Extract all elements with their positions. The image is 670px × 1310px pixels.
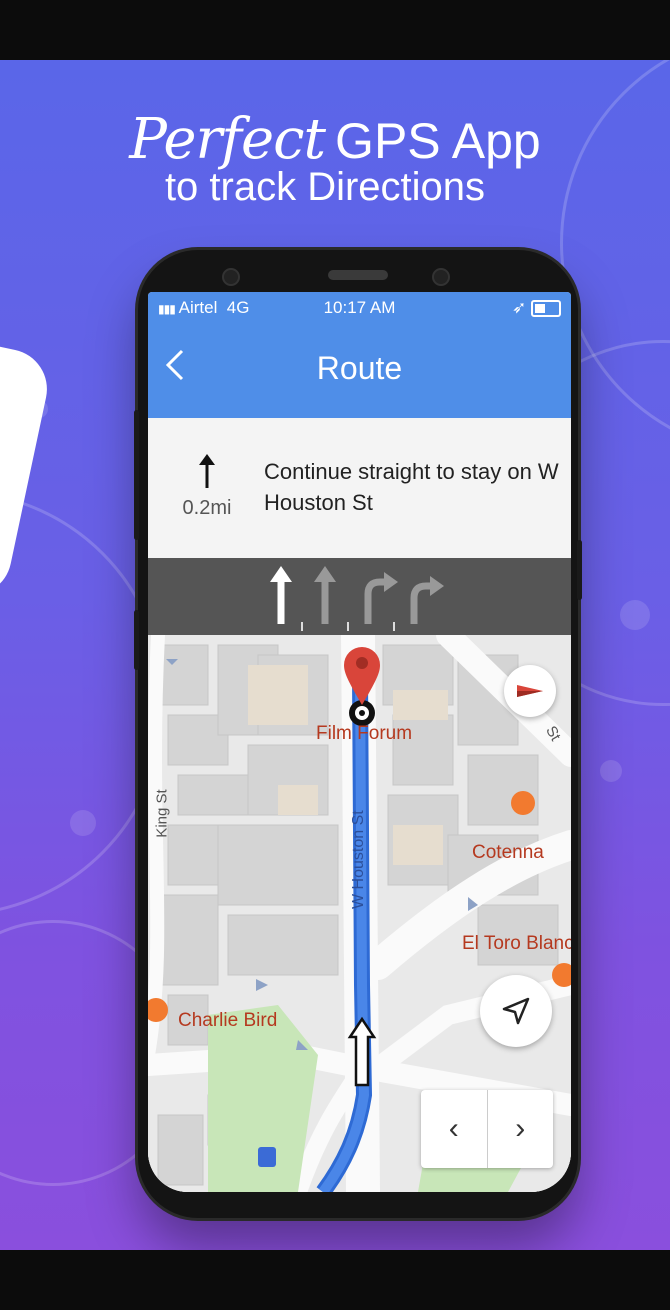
place-label-cotenna[interactable]: Cotenna: [472, 842, 544, 864]
app-screen: ▮▮▮ Airtel 4G 10:17 AM ➶ Route 0.2mi Con…: [148, 292, 571, 1192]
side-button: [134, 610, 139, 670]
battery-icon: [531, 300, 561, 318]
lane-guidance: [148, 558, 571, 635]
place-label-film-forum[interactable]: Film Forum: [316, 723, 412, 745]
lane-straight-icon: [314, 566, 336, 624]
street-label-king: King St: [153, 789, 171, 838]
compass-button[interactable]: [504, 665, 556, 717]
side-button: [134, 410, 139, 540]
instruction-text: Continue straight to stay on W Houston S…: [264, 459, 559, 515]
lane-divider: [393, 622, 395, 631]
lane-right-icon: [410, 576, 444, 624]
map-view[interactable]: Film Forum Cotenna El Toro Blanc Charlie…: [148, 635, 571, 1192]
phone-frame: ▮▮▮ Airtel 4G 10:17 AM ➶ Route 0.2mi Con…: [134, 250, 582, 1218]
sensor: [432, 268, 450, 286]
app-header: ▮▮▮ Airtel 4G 10:17 AM ➶ Route: [148, 292, 571, 418]
arrow-up-icon: [199, 454, 215, 488]
chevron-right-icon: ›: [515, 1112, 526, 1145]
chevron-left-icon: ‹: [448, 1112, 459, 1145]
street-label-houston: W Houston St: [350, 810, 367, 909]
promo-background: Perfect GPS App to track Directions ▮▮▮ A…: [0, 60, 670, 1250]
recenter-button[interactable]: [480, 975, 552, 1047]
status-bar: ▮▮▮ Airtel 4G 10:17 AM ➶: [148, 298, 571, 324]
front-camera: [222, 268, 240, 286]
headline-rest: GPS App: [335, 113, 541, 169]
headline-script: Perfect: [129, 107, 326, 172]
subheadline: to track Directions: [164, 165, 486, 209]
page-title: Route: [316, 350, 403, 386]
maneuver: 0.2mi: [172, 454, 242, 520]
step-pager: ‹ ›: [421, 1090, 553, 1168]
lane-straight-active-icon: [270, 566, 292, 624]
lane-divider: [347, 622, 349, 631]
navigation-arrow-icon: [502, 997, 530, 1025]
location-arrow-icon: ➶: [512, 298, 527, 317]
side-button: [577, 540, 582, 600]
compass-icon: [517, 685, 543, 697]
next-step-button[interactable]: ›: [488, 1090, 554, 1168]
lane-divider: [301, 622, 303, 631]
place-label-charlie-bird[interactable]: Charlie Bird: [178, 1010, 277, 1032]
status-icons: ➶: [512, 298, 561, 318]
promo-headline: Perfect GPS App to track Directions: [0, 107, 670, 210]
speaker: [328, 270, 388, 280]
prev-step-button[interactable]: ‹: [421, 1090, 488, 1168]
status-time: 10:17 AM: [323, 298, 396, 317]
instruction-panel: 0.2mi Continue straight to stay on W Hou…: [148, 418, 571, 558]
maneuver-distance: 0.2mi: [182, 497, 232, 519]
place-label-el-toro[interactable]: El Toro Blanc: [462, 933, 571, 955]
decorative-dot: [70, 810, 96, 836]
decorative-dot: [600, 760, 622, 782]
lane-straight-right-icon: [364, 572, 398, 624]
decorative-dot: [620, 600, 650, 630]
